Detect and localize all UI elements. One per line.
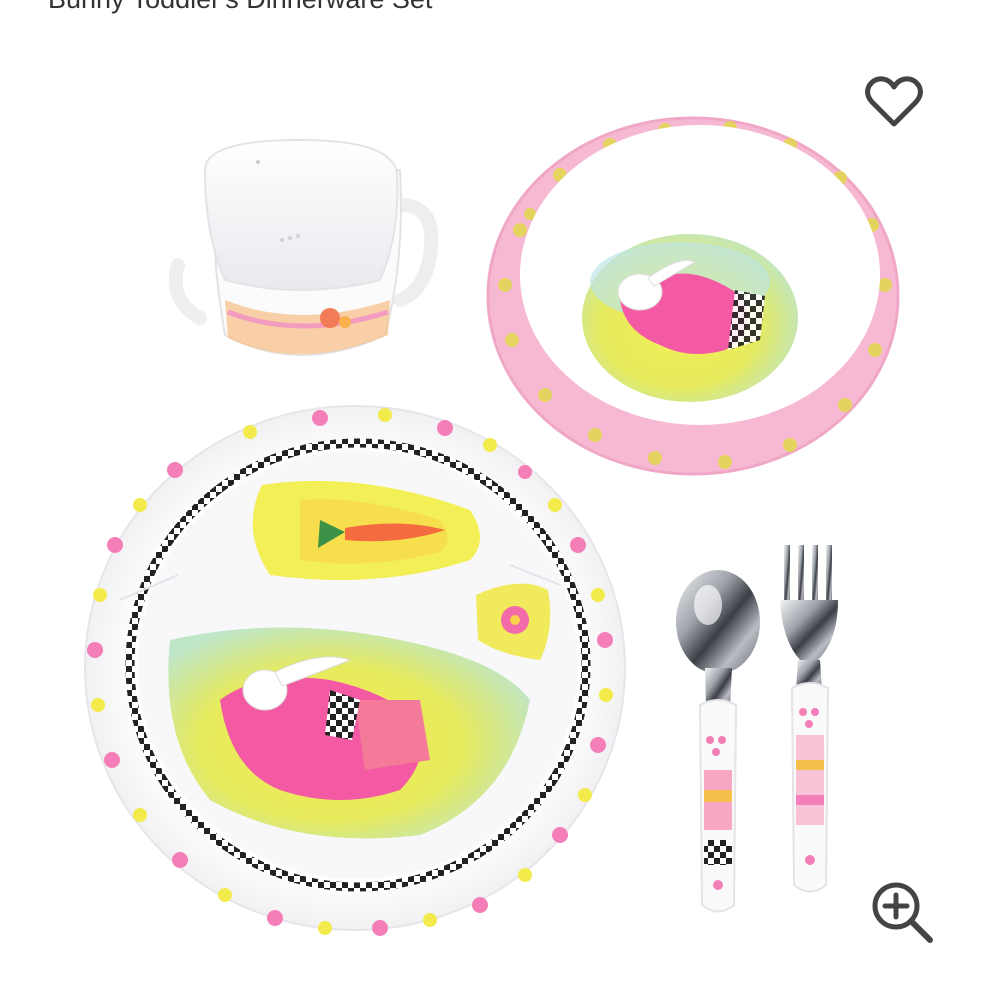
product-gallery: Bunny Toddler's Dinnerware Set [0, 0, 1000, 1000]
product-title-strip: Bunny Toddler's Dinnerware Set [0, 0, 1000, 14]
heart-outline-icon [863, 75, 925, 134]
zoom-in-button[interactable] [862, 874, 942, 954]
bowl [486, 116, 900, 476]
fork [780, 545, 838, 893]
product-title: Bunny Toddler's Dinnerware Set [48, 0, 432, 14]
spoon [676, 570, 760, 913]
zoom-in-icon [868, 878, 936, 951]
divided-plate [84, 405, 626, 936]
product-image[interactable] [0, 20, 1000, 1000]
favorite-button[interactable] [858, 72, 930, 136]
sippy-cup [168, 138, 439, 356]
